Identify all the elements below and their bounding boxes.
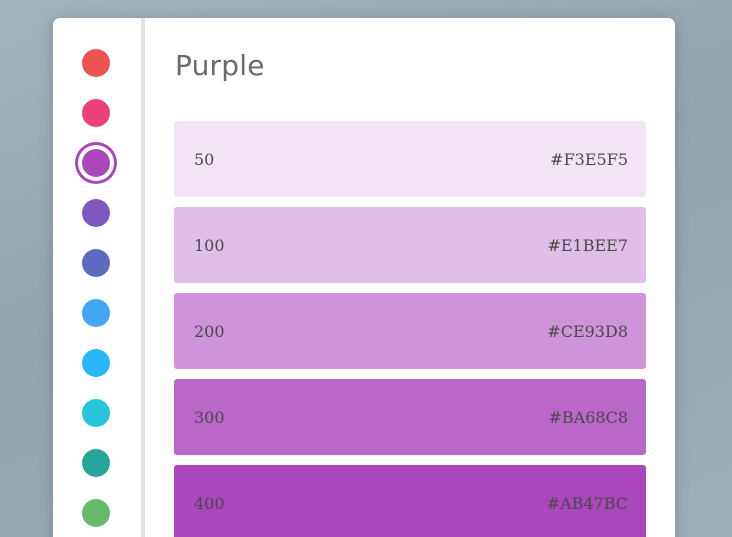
shade-row-100[interactable]: 100 #E1BEE7 [174, 207, 646, 283]
shade-hex-code: #F3E5F5 [550, 150, 628, 169]
color-family-sidebar [53, 18, 141, 537]
shade-label: 300 [194, 408, 225, 427]
shade-hex-code: #CE93D8 [547, 322, 628, 341]
shade-row-300[interactable]: 300 #BA68C8 [174, 379, 646, 455]
color-swatch-cyan[interactable] [82, 399, 110, 427]
color-swatch-red[interactable] [82, 49, 110, 77]
shade-label: 400 [194, 494, 225, 513]
shade-row-50[interactable]: 50 #F3E5F5 [174, 121, 646, 197]
shade-row-200[interactable]: 200 #CE93D8 [174, 293, 646, 369]
shade-row-400[interactable]: 400 #AB47BC [174, 465, 646, 537]
color-swatch-purple[interactable] [82, 149, 110, 177]
shade-panel: Purple 50 #F3E5F5 100 #E1BEE7 200 #CE93D… [145, 18, 675, 537]
color-swatch-deep-purple[interactable] [82, 199, 110, 227]
palette-card: Purple 50 #F3E5F5 100 #E1BEE7 200 #CE93D… [53, 18, 675, 537]
shade-hex-code: #BA68C8 [548, 408, 629, 427]
color-swatch-indigo[interactable] [82, 249, 110, 277]
shade-label: 50 [194, 150, 215, 169]
color-swatch-pink[interactable] [82, 99, 110, 127]
shade-hex-code: #AB47BC [546, 494, 628, 513]
color-swatch-green[interactable] [82, 499, 110, 527]
color-swatch-light-blue[interactable] [82, 349, 110, 377]
shade-label: 100 [194, 236, 225, 255]
shade-label: 200 [194, 322, 225, 341]
page-title: Purple [175, 49, 265, 82]
color-swatch-teal[interactable] [82, 449, 110, 477]
shade-hex-code: #E1BEE7 [547, 236, 628, 255]
color-swatch-blue[interactable] [82, 299, 110, 327]
